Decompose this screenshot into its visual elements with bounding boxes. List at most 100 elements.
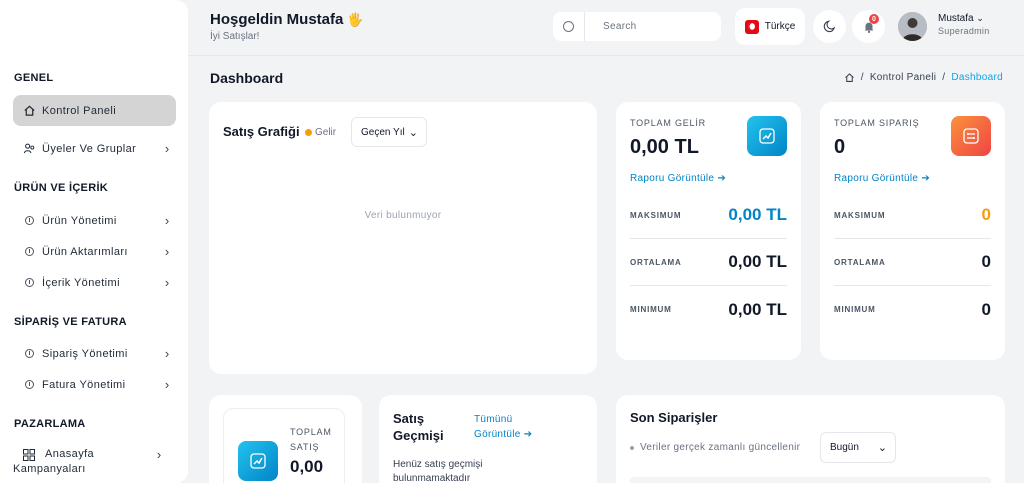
header-divider [188,55,1024,56]
sidebar-item-siparis-yonetimi[interactable]: Sipariş Yönetimi › [13,338,176,369]
arrow-right-icon: ➔ [717,173,727,184]
breadcrumb-separator: / [942,72,946,83]
greeting-subtitle: İyi Satışlar! [210,31,260,42]
sidebar-item-label: Sipariş Yönetimi [42,347,128,360]
breadcrumb-current: Dashboard [951,72,1003,83]
stat-row-value: 0 [981,299,991,319]
sidebar-section-genel: GENEL [14,72,54,84]
sidebar-section-siparis-ve-fatura: SİPARİŞ VE FATURA [14,316,127,328]
legend-dot [305,129,312,136]
stat-row-value: 0,00 TL [728,252,787,271]
total-revenue-card: TOPLAM GELİR 0,00 TL Raporu Görüntüle ➔ … [616,102,801,360]
chart-legend: Gelir [305,127,336,138]
arrow-right-icon: ➔ [921,173,931,184]
select-value: Bugün [830,442,859,453]
arrow-right-icon: ➔ [523,429,533,440]
stat-value: 0 [834,136,846,158]
sales-chart-card: Satış Grafiği Gelir Geçen Yıl ⌄ Veri bul… [209,102,597,374]
chevron-down-icon: ⌄ [408,126,418,139]
sidebar-item-urun-yonetimi[interactable]: Ürün Yönetimi › [13,205,176,236]
bullet-dot [630,445,634,450]
chevron-down-icon: ⌄ [877,442,887,454]
sidebar-item-label: Üyeler Ve Gruplar [42,142,137,155]
period-select[interactable]: Geçen Yıl ⌄ [351,117,427,147]
sidebar-item-fatura-yonetimi[interactable]: Fatura Yönetimi › [13,369,176,400]
greeting-text: Hoşgeldin Mustafa [210,11,344,28]
stat-row-avg: ORTALAMA 0 [834,239,991,286]
total-orders-card: TOPLAM SIPARIŞ 0 Raporu Görüntüle ➔ MAKS… [820,102,1005,360]
breadcrumb: / Kontrol Paneli / Dashboard [844,72,1003,83]
chevron-right-icon: › [164,377,170,392]
stat-row-max: MAKSIMUM 0 [834,192,991,239]
stat-row-key: ORTALAMA [630,257,682,267]
stat-row-min: MINIMUM 0,00 TL [630,286,787,333]
stat-row-key: MAKSIMUM [630,210,682,220]
view-report-link[interactable]: Raporu Görüntüle ➔ [834,173,930,184]
view-report-link[interactable]: Raporu Görüntüle ➔ [630,173,726,184]
circle-info-icon [16,380,42,389]
notifications-button[interactable]: 0 [852,10,885,43]
avatar[interactable] [898,12,927,41]
list-icon [951,116,991,156]
stat-row-key: ORTALAMA [834,257,886,267]
sidebar-item-urun-aktarimlari[interactable]: Ürün Aktarımları › [13,236,176,267]
total-sales-inner: TOPLAM SATIŞ 0,00 [223,408,345,483]
legend-label: Gelir [315,127,337,138]
home-icon[interactable] [844,72,855,83]
chevron-right-icon: › [164,213,170,228]
circle-info-icon [16,349,42,358]
sidebar-item-kontrol-paneli[interactable]: Kontrol Paneli [13,95,176,126]
trend-chart-icon [747,116,787,156]
chevron-down-icon: ⌄ [976,13,984,23]
sidebar: GENEL Kontrol Paneli Üyeler Ve Gruplar ›… [0,0,188,483]
chevron-right-icon: › [164,141,170,156]
user-name[interactable]: Mustafa ⌄ [938,13,984,24]
view-all-link[interactable]: Tümünü Görüntüle ➔ [474,412,554,442]
page-title: Dashboard [210,70,284,86]
breadcrumb-item[interactable]: Kontrol Paneli [870,72,936,83]
orders-period-select[interactable]: Bugün ⌄ [820,432,896,463]
notification-badge: 0 [869,14,879,24]
sidebar-item-anasayfa-kampanyalari[interactable]: Anasayfa Kampanyaları › [13,443,176,481]
language-selector[interactable]: Türkçe [735,8,805,45]
home-icon [16,104,42,117]
stat-row-value: 0 [981,252,991,271]
users-icon [16,142,42,155]
sidebar-item-label: Ürün Aktarımları [42,245,128,258]
stat-row-key: MINIMUM [834,305,876,314]
wave-emoji: 🖐 [347,12,364,27]
chevron-right-icon: › [164,244,170,259]
recent-orders-card: Son Siparişler Veriler gerçek zamanlı gü… [616,395,1005,483]
stat-row-min: MINIMUM 0 [834,286,991,333]
search-input[interactable]: Search [603,21,637,32]
circle-info-icon [16,247,42,256]
chart-title: Satış Grafiği [223,124,300,139]
moon-icon [823,20,836,33]
link-text: Tümünü Görüntüle [474,414,521,440]
circle-info-icon [16,278,42,287]
chart-empty-message: Veri bulunmuyor [364,210,442,221]
search-box[interactable]: Search [553,12,721,41]
sidebar-section-urun-ve-icerik: ÜRÜN VE İÇERİK [14,182,109,194]
turkey-flag-icon [744,19,759,34]
stat-value: 0,00 TL [630,136,699,158]
theme-toggle-button[interactable] [813,10,846,43]
link-text: Raporu Görüntüle [834,173,919,184]
sidebar-item-label: Fatura Yönetimi [42,378,126,391]
sidebar-item-icerik-yonetimi[interactable]: İçerik Yönetimi › [13,267,176,298]
stat-value: 0,00 [290,457,324,476]
sidebar-item-uyeler-ve-gruplar[interactable]: Üyeler Ve Gruplar › [13,133,176,164]
breadcrumb-separator: / [860,72,864,83]
user-role: Superadmin [938,26,990,36]
realtime-note: Veriler gerçek zamanlı güncellenir [630,442,800,453]
note-text: Veriler gerçek zamanlı güncellenir [640,442,801,453]
chevron-right-icon: › [156,447,162,462]
stat-row-value: 0,00 TL [728,205,787,224]
sales-history-card: Satış Geçmişi Tümünü Görüntüle ➔ Henüz s… [379,395,597,483]
stat-row-value: 0 [981,205,991,224]
chevron-right-icon: › [164,346,170,361]
stat-row-max: MAKSIMUM 0,00 TL [630,192,787,239]
stat-row-key: MINIMUM [630,305,672,314]
chevron-right-icon: › [164,275,170,290]
sidebar-section-pazarlama: PAZARLAMA [14,418,86,430]
